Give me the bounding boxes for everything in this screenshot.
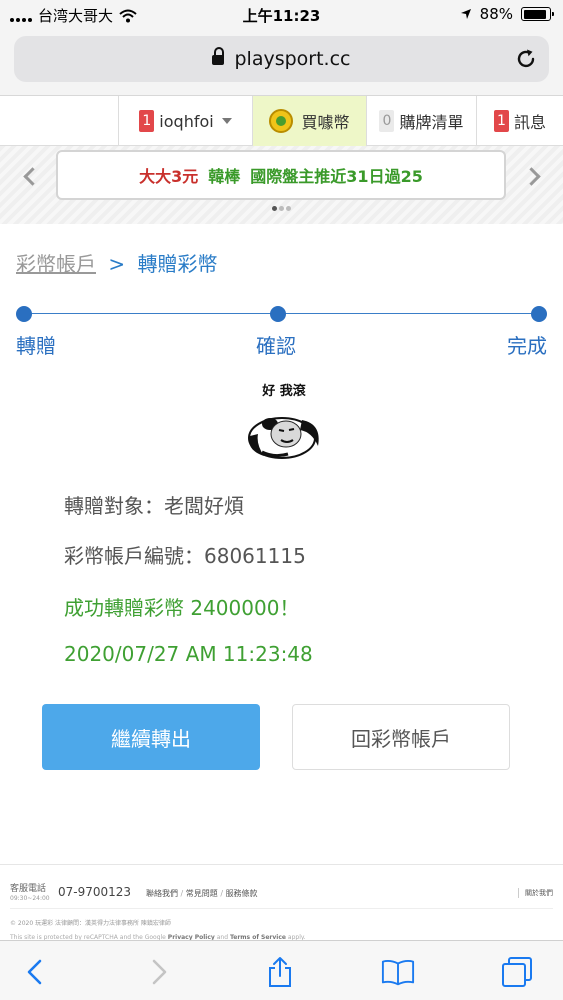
bookmarks-icon: [381, 960, 415, 986]
purchase-list-label: 購牌清單: [399, 113, 464, 132]
purchase-list-link[interactable]: 0 購牌清單: [366, 96, 476, 146]
reload-icon[interactable]: [515, 48, 537, 70]
panda-icon: [248, 417, 319, 459]
tabs-button[interactable]: [500, 955, 534, 989]
status-bar: 台湾大哥大 上午11:23 88%: [0, 0, 563, 30]
step-dot-1: [16, 306, 32, 322]
step-dot-2: [270, 306, 286, 322]
back-to-account-button[interactable]: 回彩幣帳戶: [292, 704, 510, 770]
chevron-right-icon: [521, 166, 541, 186]
step-dot-3: [531, 306, 547, 322]
service-label: 客服電話: [10, 884, 47, 894]
share-icon: [269, 957, 291, 987]
footer-link-terms[interactable]: 服務條款: [218, 889, 258, 898]
banner-category: 韓棒: [208, 167, 241, 186]
user-badge: 1: [139, 110, 155, 132]
share-button[interactable]: [263, 955, 297, 989]
bookmarks-button[interactable]: [381, 955, 415, 989]
carousel-next-button[interactable]: [519, 156, 549, 196]
user-menu[interactable]: 1 ioqhfoi: [118, 96, 252, 146]
messages-badge: 1: [493, 110, 509, 132]
announcement-carousel: 大大3元 韓棒 國際盤主推近31日過25: [0, 146, 563, 224]
site-nav: 1 ioqhfoi 買噱幣 0 購牌清單 1 訊息: [0, 96, 563, 146]
footer-links: 聯絡我們常見問題服務條款: [146, 888, 258, 899]
footer-link-about[interactable]: 關於我們: [518, 888, 553, 898]
forward-icon: [152, 959, 167, 985]
forward-button[interactable]: [142, 955, 176, 989]
footer-link-faq[interactable]: 常見問題: [178, 889, 218, 898]
progress-stepper: 轉贈 確認 完成: [16, 304, 547, 364]
messages-link[interactable]: 1 訊息: [476, 96, 563, 146]
coin-icon: [269, 109, 294, 133]
purchase-list-badge: 0: [379, 110, 395, 132]
footer-copyright: © 2020 玩運彩 法律顧問：漢英得力法律事務所 陳鎮宏律師: [10, 920, 171, 927]
battery-fill: [523, 9, 546, 19]
url-text: playsport.cc: [234, 48, 351, 70]
breadcrumb-current: 轉贈彩幣: [137, 252, 218, 276]
carousel-dot: [272, 206, 277, 211]
buy-coins-button[interactable]: 買噱幣: [252, 96, 366, 146]
browser-toolbar: [0, 940, 563, 1000]
buy-coins-label: 買噱幣: [301, 113, 350, 132]
recipient-line: 轉贈對象：老闆好煩: [64, 494, 244, 518]
carousel-dot: [279, 206, 284, 211]
carousel-dot: [286, 206, 291, 211]
announcement-banner[interactable]: 大大3元 韓棒 國際盤主推近31日過25: [56, 150, 506, 200]
transfer-timestamp: 2020/07/27 AM 11:23:48: [64, 642, 313, 666]
back-button[interactable]: [18, 955, 52, 989]
service-phone[interactable]: 07-9700123: [58, 885, 131, 899]
footer-divider-2: [10, 908, 553, 909]
service-phone-label: 客服電話 09:30~24:00: [10, 884, 50, 904]
banner-headline: 國際盤主推近31日過25: [250, 167, 423, 186]
lock-icon: [212, 47, 225, 66]
tabs-icon: [502, 957, 532, 987]
breadcrumb: 彩幣帳戶 > 轉贈彩幣: [16, 248, 217, 277]
banner-price: 大大3元: [139, 167, 199, 186]
panda-sticker-image: 好 我滾: [242, 376, 326, 466]
footer-link-contact[interactable]: 聯絡我們: [146, 889, 178, 898]
back-icon: [27, 959, 42, 985]
step-label-complete: 完成: [507, 334, 547, 358]
url-display[interactable]: playsport.cc: [14, 47, 549, 70]
messages-label: 訊息: [513, 113, 546, 132]
location-arrow-icon: [460, 9, 471, 19]
url-field[interactable]: playsport.cc: [14, 36, 549, 82]
success-message: 成功轉贈彩幣 2400000！: [64, 596, 300, 620]
status-right: 88%: [460, 5, 554, 23]
carousel-indicator: [0, 206, 563, 211]
username: ioqhfoi: [159, 111, 214, 131]
step-label-transfer: 轉贈: [16, 334, 56, 358]
browser-address-bar: playsport.cc: [0, 30, 563, 96]
breadcrumb-parent-link[interactable]: 彩幣帳戶: [16, 252, 96, 276]
continue-transfer-button[interactable]: 繼續轉出: [42, 704, 260, 770]
chevron-left-icon: [22, 166, 42, 186]
battery-percent: 88%: [479, 5, 513, 23]
breadcrumb-separator: >: [108, 252, 126, 276]
battery-icon: [521, 7, 554, 21]
caret-down-icon: [221, 118, 232, 124]
service-hours: 09:30~24:00: [10, 895, 50, 902]
carousel-prev-button[interactable]: [14, 156, 44, 196]
footer-divider: [0, 864, 563, 865]
account-number-line: 彩幣帳戶編號：68061115: [64, 544, 306, 568]
step-label-confirm: 確認: [256, 334, 296, 358]
